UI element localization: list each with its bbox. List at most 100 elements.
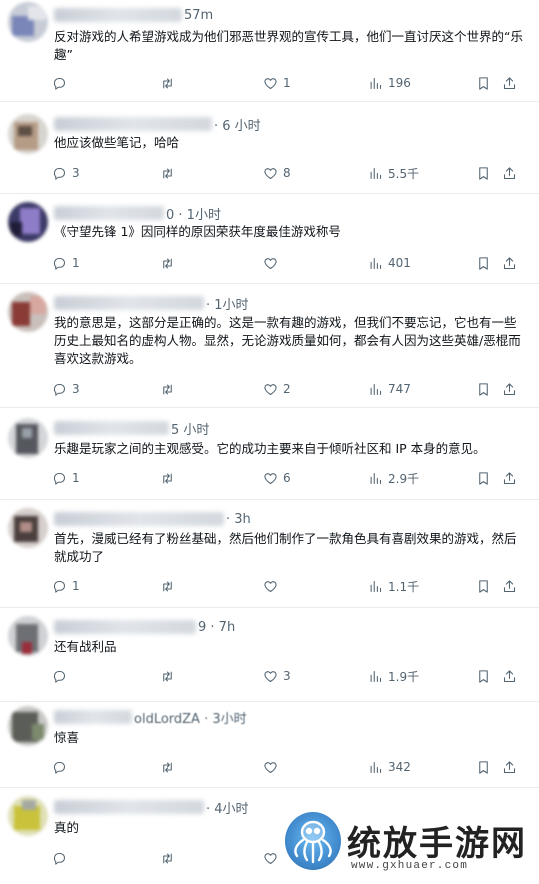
heart-icon	[264, 670, 277, 682]
avatar[interactable]	[8, 114, 48, 154]
avatar[interactable]	[8, 616, 48, 656]
reply-count: 1	[72, 579, 80, 593]
author-name[interactable]	[54, 117, 212, 131]
views-button[interactable]: 401	[368, 253, 411, 273]
views-button[interactable]: 2.9千	[368, 468, 419, 488]
avatar[interactable]	[8, 508, 48, 548]
retweet-icon	[163, 473, 172, 483]
reply-tweet[interactable]: · 6 小时 他应该做些笔记，哈哈 3 8 5.5千	[0, 102, 539, 194]
like-button[interactable]	[263, 757, 283, 777]
retweet-button[interactable]	[160, 468, 180, 488]
bookmark-icon	[479, 760, 488, 774]
author-name[interactable]	[54, 620, 196, 634]
reply-button[interactable]: 3	[52, 379, 80, 399]
tweet-time[interactable]: 5 小时	[171, 419, 209, 438]
tweet-header: 0 · 1小时	[54, 204, 221, 223]
retweet-button[interactable]	[160, 848, 180, 868]
avatar[interactable]	[8, 2, 48, 42]
retweet-icon	[163, 853, 172, 863]
views-button[interactable]: 5.5千	[368, 163, 419, 183]
reply-icon	[53, 167, 66, 180]
like-button[interactable]	[263, 848, 283, 868]
share-button[interactable]	[502, 468, 517, 488]
like-button[interactable]	[263, 576, 283, 596]
like-button[interactable]: 6	[263, 468, 291, 488]
author-name[interactable]	[54, 296, 204, 310]
tweet-time[interactable]: · 3h	[226, 512, 251, 527]
reply-button[interactable]	[52, 757, 72, 777]
avatar[interactable]	[8, 292, 48, 332]
avatar[interactable]	[8, 706, 48, 746]
reply-tweet[interactable]: 0 · 1小时 《守望先锋 1》因同样的原因荣获年度最佳游戏称号 1 401	[0, 194, 539, 284]
bookmark-button[interactable]	[476, 666, 491, 686]
author-name[interactable]	[54, 8, 182, 22]
bookmark-button[interactable]	[476, 253, 491, 273]
tweet-header: 5 小时	[54, 419, 209, 438]
share-button[interactable]	[502, 253, 517, 273]
like-button[interactable]: 1	[263, 73, 291, 93]
share-icon	[503, 760, 516, 773]
tweet-time[interactable]: · 1小时	[206, 294, 249, 313]
reply-tweet[interactable]: oldLordZA · 3小时 惊喜 342	[0, 702, 539, 788]
author-name[interactable]	[54, 710, 132, 724]
author-name[interactable]	[54, 421, 169, 435]
tweet-time[interactable]: 0 · 1小时	[166, 204, 221, 223]
view-count: 1.9千	[388, 669, 420, 684]
reply-button[interactable]: 3	[52, 163, 80, 183]
reply-button[interactable]: 1	[52, 468, 80, 488]
reply-button[interactable]	[52, 666, 72, 686]
reply-button[interactable]: 1	[52, 576, 80, 596]
views-button[interactable]: 342	[368, 757, 411, 777]
share-button[interactable]	[502, 73, 517, 93]
tweet-time[interactable]: oldLordZA · 3小时	[134, 708, 247, 727]
share-button[interactable]	[502, 666, 517, 686]
share-button[interactable]	[502, 757, 517, 777]
avatar[interactable]	[8, 202, 48, 242]
tweet-time[interactable]: 57m	[184, 8, 213, 23]
views-button[interactable]: 1.9千	[368, 666, 419, 686]
like-button[interactable]	[263, 253, 283, 273]
retweet-button[interactable]	[160, 163, 180, 183]
like-button[interactable]: 2	[263, 379, 291, 399]
bookmark-button[interactable]	[476, 163, 491, 183]
bookmark-button[interactable]	[476, 379, 491, 399]
heart-icon	[264, 257, 277, 269]
author-name[interactable]	[54, 512, 224, 526]
reply-tweet[interactable]: · 1小时 我的意思是，这部分是正确的。这是一款有趣的游戏，但我们不要忘记，它也…	[0, 284, 539, 408]
like-button[interactable]: 8	[263, 163, 291, 183]
bookmark-button[interactable]	[476, 468, 491, 488]
reply-button[interactable]: 1	[52, 253, 80, 273]
heart-icon	[264, 852, 277, 864]
author-name[interactable]	[54, 206, 164, 220]
like-button[interactable]: 3	[263, 666, 291, 686]
bookmark-button[interactable]	[476, 576, 491, 596]
tweet-actions: 342	[50, 757, 530, 777]
retweet-button[interactable]	[160, 253, 180, 273]
reply-button[interactable]	[52, 73, 72, 93]
views-button[interactable]: 196	[368, 73, 411, 93]
author-name[interactable]	[54, 800, 204, 814]
views-button[interactable]: 747	[368, 379, 411, 399]
share-button[interactable]	[502, 576, 517, 596]
retweet-button[interactable]	[160, 576, 180, 596]
retweet-button[interactable]	[160, 757, 180, 777]
retweet-button[interactable]	[160, 73, 180, 93]
reply-tweet[interactable]: 5 小时 乐趣是玩家之间的主观感受。它的成功主要来自于倾听社区和 IP 本身的意…	[0, 408, 539, 500]
views-button[interactable]: 1.1千	[368, 576, 419, 596]
reply-tweet[interactable]: 9 · 7h 还有战利品 3 1.9千	[0, 608, 539, 702]
tweet-time[interactable]: 9 · 7h	[198, 620, 235, 635]
reply-tweet[interactable]: · 3h 首先，漫威已经有了粉丝基础，然后他们制作了一款角色具有喜剧效果的游戏，…	[0, 500, 539, 608]
reply-tweet[interactable]: 57m 反对游戏的人希望游戏成为他们邪恶世界观的宣传工具，他们一直讨厌这个世界的…	[0, 0, 539, 102]
share-icon	[503, 382, 516, 395]
tweet-time[interactable]: · 4小时	[206, 798, 249, 817]
avatar[interactable]	[8, 418, 48, 458]
retweet-button[interactable]	[160, 379, 180, 399]
bookmark-button[interactable]	[476, 73, 491, 93]
retweet-button[interactable]	[160, 666, 180, 686]
reply-button[interactable]	[52, 848, 72, 868]
avatar[interactable]	[8, 796, 48, 836]
tweet-time[interactable]: · 6 小时	[214, 115, 261, 134]
share-button[interactable]	[502, 163, 517, 183]
share-button[interactable]	[502, 379, 517, 399]
bookmark-button[interactable]	[476, 757, 491, 777]
